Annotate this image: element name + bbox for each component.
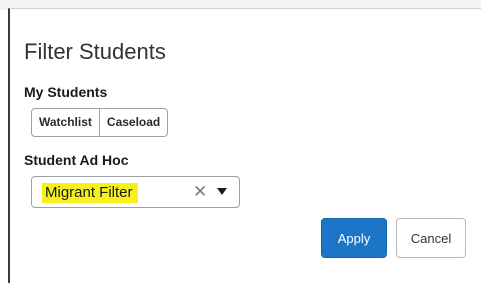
- ad-hoc-filter-select[interactable]: Migrant Filter ✕: [31, 176, 240, 208]
- dialog-title: Filter Students: [24, 39, 166, 64]
- watchlist-button[interactable]: Watchlist: [32, 109, 99, 136]
- selected-filter-value: Migrant Filter: [42, 183, 138, 203]
- cancel-button[interactable]: Cancel: [396, 218, 466, 258]
- close-icon[interactable]: ✕: [193, 182, 207, 202]
- student-ad-hoc-label: Student Ad Hoc: [24, 152, 129, 168]
- caseload-button[interactable]: Caseload: [98, 109, 167, 136]
- caret-down-icon[interactable]: [217, 188, 227, 195]
- my-students-button-group: Watchlist Caseload: [31, 108, 169, 137]
- my-students-label: My Students: [24, 84, 108, 100]
- apply-button[interactable]: Apply: [321, 218, 387, 258]
